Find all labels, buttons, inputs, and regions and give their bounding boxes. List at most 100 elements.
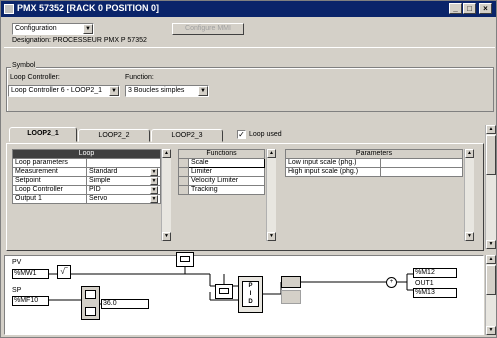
loop-row-label: Measurement [12,167,87,177]
loop-table: Loop Loop parameters Measurement Standar… [12,149,161,204]
function-item[interactable]: Velocity Limiter [188,176,265,186]
table-row[interactable]: Scale [178,158,265,168]
loop-row-label: Loop parameters [12,158,87,168]
scroll-thumb[interactable] [486,135,496,175]
loop-used-checkbox[interactable]: ✓ [237,130,246,139]
chevron-down-icon[interactable]: ▼ [198,86,208,96]
loop-row-dropdown[interactable]: Simple ▼ [86,176,161,186]
loop-row-dropdown[interactable]: PID ▼ [86,185,161,195]
table-row[interactable]: Output 1 Servo ▼ [12,194,161,204]
functions-table-scrollbar[interactable]: ▲ ▼ [266,149,276,241]
out-top-input[interactable]: %M12 [413,268,457,278]
scroll-down-icon[interactable]: ▼ [267,232,276,241]
table-row[interactable]: High input scale (phg.) [285,167,463,177]
table-row[interactable]: Setpoint Simple ▼ [12,176,161,186]
table-row[interactable]: Loop parameters [12,158,161,168]
pv-label: PV [12,259,22,266]
loop-row-value: PID [89,186,101,194]
scroll-up-icon[interactable]: ▲ [465,149,474,158]
window: PMX 57352 [RACK 0 POSITION 0] _ □ × Conf… [0,0,497,338]
functions-table: Functions Scale Limiter Velocity Limiter… [178,149,265,195]
chevron-down-icon[interactable]: ▼ [150,177,158,185]
parameter-label: Low input scale (phg.) [285,158,381,168]
measurement-scale-block[interactable] [176,252,194,267]
loop-row-dropdown[interactable]: Servo ▼ [86,194,161,204]
diagram-scrollbar[interactable]: ▲ ▼ [485,255,496,335]
configure-mmi-button[interactable]: Configure MMI [172,23,244,35]
loop-used-label: Loop used [249,131,282,138]
row-marker [178,185,189,195]
output-block[interactable] [281,276,301,288]
view-select[interactable]: Configuration ▼ [12,23,94,35]
view-select-value: Configuration [15,25,57,32]
sp-input[interactable]: %MF10 [12,296,49,306]
sqrt-block[interactable]: √‾ [57,265,71,279]
output-servo-icon[interactable]: + [386,277,397,288]
setpoint-limit-block[interactable] [215,284,233,299]
scroll-down-icon[interactable]: ▼ [486,240,496,249]
header-divider [4,47,495,48]
ratio-input[interactable]: 36.0 [101,299,149,309]
table-row[interactable]: Loop Controller PID ▼ [12,185,161,195]
table-row[interactable]: Limiter [178,167,265,177]
loop-row-label: Setpoint [12,176,87,186]
functions-table-header: Functions [178,149,265,159]
scroll-down-icon[interactable]: ▼ [162,232,171,241]
close-button[interactable]: × [479,3,492,14]
loop-row-label: Output 1 [12,194,87,204]
window-title: PMX 57352 [RACK 0 POSITION 0] [17,3,160,13]
table-row[interactable]: Low input scale (phg.) [285,158,463,168]
table-row[interactable]: Tracking [178,185,265,195]
chevron-down-icon[interactable]: ▼ [83,24,93,34]
scroll-thumb[interactable] [486,265,496,295]
chevron-down-icon[interactable]: ▼ [150,195,158,203]
symbol-group-title: Symbol [11,62,37,69]
parameters-table: Parameters Low input scale (phg.) High i… [285,149,463,177]
loop-row-value[interactable] [86,158,161,168]
panel-scrollbar[interactable]: ▲ ▼ [485,125,496,249]
tab-loop2-2[interactable]: LOOP2_2 [78,129,150,142]
table-row[interactable]: Velocity Limiter [178,176,265,186]
limiter-icon [219,288,229,294]
ratio-limit-icon [85,307,96,316]
scroll-up-icon[interactable]: ▲ [486,125,496,134]
table-row[interactable]: Measurement Standard ▼ [12,167,161,177]
function-item[interactable]: Limiter [188,167,265,177]
tab-strip: LOOP2_1 LOOP2_2 LOOP2_3 [9,127,229,143]
chevron-down-icon[interactable]: ▼ [109,86,119,96]
scroll-up-icon[interactable]: ▲ [267,149,276,158]
scroll-up-icon[interactable]: ▲ [486,255,496,264]
chevron-down-icon[interactable]: ▼ [150,186,158,194]
block-diagram: PV %MW1 √‾ SP %MF10 36.0 P I D + %M12 OU… [4,252,484,335]
row-marker [178,158,189,168]
title-bar: PMX 57352 [RACK 0 POSITION 0] _ □ × [1,1,496,17]
loop-controller-select-value: Loop Controller 6 - LOOP2_1 [11,87,103,94]
function-select-value: 3 Boucles simples [128,87,185,94]
pv-input[interactable]: %MW1 [12,269,49,279]
minimize-button[interactable]: _ [449,3,462,14]
scroll-up-icon[interactable]: ▲ [162,149,171,158]
ratio-block[interactable] [81,286,100,320]
tab-loop2-3[interactable]: LOOP2_3 [151,129,223,142]
scroll-down-icon[interactable]: ▼ [465,232,474,241]
parameter-value[interactable] [380,167,463,177]
out1-label: OUT1 [415,280,434,287]
chevron-down-icon[interactable]: ▼ [150,168,158,176]
parameter-value[interactable] [380,158,463,168]
function-item[interactable]: Scale [188,158,265,168]
row-marker [178,167,189,177]
scroll-down-icon[interactable]: ▼ [486,326,496,335]
out-bottom-input[interactable]: %M13 [413,288,457,298]
maximize-button[interactable]: □ [463,3,476,14]
loop-row-dropdown[interactable]: Standard ▼ [86,167,161,177]
function-item[interactable]: Tracking [188,185,265,195]
function-select[interactable]: 3 Boucles simples ▼ [125,85,209,97]
loop-table-scrollbar[interactable]: ▲ ▼ [161,149,171,241]
loop-controller-select[interactable]: Loop Controller 6 - LOOP2_1 ▼ [8,85,120,97]
loop-row-label: Loop Controller [12,185,87,195]
tab-loop2-1[interactable]: LOOP2_1 [9,127,77,142]
loop-table-header: Loop [12,149,161,159]
parameters-table-scrollbar[interactable]: ▲ ▼ [464,149,474,241]
pid-block[interactable]: P I D [242,281,259,307]
loop-row-value: Simple [89,177,111,185]
